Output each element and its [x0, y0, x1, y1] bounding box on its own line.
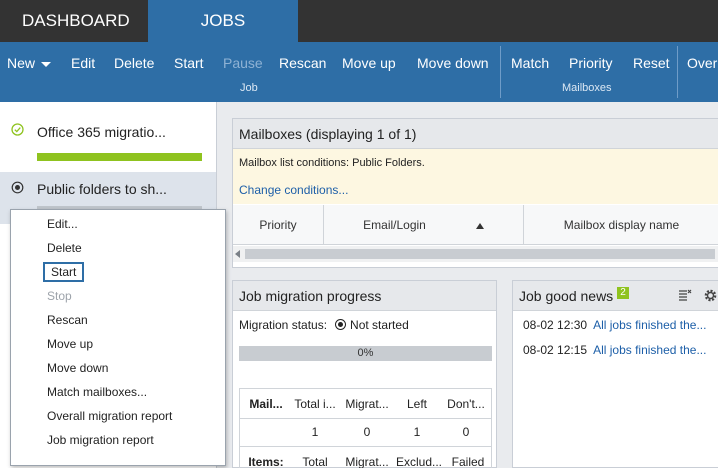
chevron-down-icon [41, 61, 52, 67]
job-good-news-panel: Job good news 2 08-02 12:30 All jobs finis… [512, 280, 718, 468]
migration-status-value: Not started [350, 318, 409, 332]
radio-dot-icon [335, 319, 347, 330]
items-header-migrated: Migrat... [345, 455, 389, 468]
menu-item-move-down[interactable]: Move down [47, 358, 108, 378]
horizontal-scrollbar[interactable] [233, 246, 718, 262]
menu-item-match-mailboxes[interactable]: Match mailboxes... [47, 382, 147, 402]
radio-dot-icon [11, 181, 24, 197]
news-count-badge: 2 [617, 287, 629, 299]
stats-header-mailboxes: Mail... [249, 397, 283, 411]
items-header-excluded: Exclud... [395, 455, 443, 468]
stats-value-dont: 0 [462, 425, 470, 439]
menu-item-stop[interactable]: Stop [47, 286, 72, 306]
divider [240, 418, 491, 419]
items-header-failed: Failed [451, 455, 485, 468]
items-header-total: Total [302, 455, 328, 468]
conditions-text: Mailbox list conditions: Public Folders. [239, 157, 425, 169]
menu-item-start[interactable]: Start [43, 262, 85, 282]
check-circle-icon [11, 123, 24, 139]
menu-item-delete[interactable]: Delete [47, 238, 82, 258]
job-progress-bar [37, 153, 202, 161]
scroll-left-icon[interactable] [235, 250, 240, 258]
mailboxes-group-label: Mailboxes [562, 82, 612, 94]
ribbon-separator [677, 46, 678, 98]
job-item[interactable]: Office 365 migratio... [0, 112, 216, 172]
rescan-button[interactable]: Rescan [279, 55, 326, 71]
tab-dashboard[interactable]: DASHBOARD [22, 0, 130, 42]
edit-button[interactable]: Edit [71, 55, 95, 71]
clear-list-icon[interactable] [678, 288, 692, 305]
overflow-button[interactable]: Over [687, 55, 717, 71]
good-news-tools [678, 288, 718, 306]
stats-value-total: 1 [311, 425, 319, 439]
migration-status-label: Migration status: [239, 318, 328, 332]
progress-percent: 0% [357, 347, 374, 359]
sort-ascending-icon [475, 222, 484, 229]
delete-button[interactable]: Delete [114, 55, 154, 71]
migration-status-row: Migration status: Not started [239, 318, 409, 332]
column-display-name[interactable]: Mailbox display name [524, 205, 718, 245]
move-up-button[interactable]: Move up [342, 55, 396, 71]
pause-button[interactable]: Pause [223, 55, 263, 71]
ribbon-toolbar: New Edit Delete Start Pause Rescan Move … [0, 42, 718, 102]
migration-stats-table: Mail... Total i... Migrat... Left Don't.… [239, 388, 492, 468]
news-message-link[interactable]: All jobs finished the... [593, 343, 706, 357]
stats-header-migrated: Migrat... [345, 397, 389, 411]
change-conditions-link[interactable]: Change conditions... [239, 183, 348, 197]
new-button[interactable]: New [7, 55, 52, 71]
stats-header-total: Total i... [294, 397, 336, 411]
column-email-login[interactable]: Email/Login [324, 205, 524, 245]
tab-jobs[interactable]: JOBS [148, 0, 298, 42]
move-down-button[interactable]: Move down [417, 55, 489, 71]
job-group-label: Job [240, 82, 258, 94]
stats-header-left: Left [406, 397, 427, 411]
news-entry[interactable]: 08-02 12:15 All jobs finished the... [523, 343, 706, 357]
menu-item-job-report[interactable]: Job migration report [47, 430, 154, 450]
news-time: 08-02 12:30 [523, 318, 588, 332]
menu-item-rescan[interactable]: Rescan [47, 310, 88, 330]
news-message-link[interactable]: All jobs finished the... [593, 318, 706, 332]
divider [240, 446, 491, 447]
conditions-box: Mailbox list conditions: Public Folders.… [233, 149, 718, 204]
job-name: Office 365 migratio... [37, 124, 166, 140]
job-context-menu: Edit... Delete Start Stop Rescan Move up… [10, 209, 226, 466]
job-name: Public folders to sh... [37, 181, 167, 197]
stats-value-migrated: 0 [363, 425, 371, 439]
stats-header-dont: Don't... [447, 397, 485, 411]
mailbox-table-header: Priority Email/Login Mailbox display nam… [233, 205, 718, 245]
progress-title: Job migration progress [233, 281, 496, 311]
gear-icon[interactable] [703, 288, 718, 306]
reset-button[interactable]: Reset [633, 55, 670, 71]
menu-item-move-up[interactable]: Move up [47, 334, 93, 354]
news-entry[interactable]: 08-02 12:30 All jobs finished the... [523, 318, 706, 332]
new-label: New [7, 55, 36, 71]
migration-progress-bar: 0% [239, 346, 492, 361]
top-tab-bar: DASHBOARD JOBS [0, 0, 718, 42]
match-button[interactable]: Match [511, 55, 549, 71]
mailboxes-panel: Mailboxes (displaying 1 of 1) Mailbox li… [232, 118, 718, 268]
stats-value-left: 1 [413, 425, 421, 439]
ribbon-separator [500, 46, 501, 98]
column-priority[interactable]: Priority [233, 205, 324, 245]
menu-item-edit[interactable]: Edit... [47, 214, 78, 234]
start-button[interactable]: Start [174, 55, 204, 71]
items-label: Items: [248, 455, 284, 468]
mailboxes-title: Mailboxes (displaying 1 of 1) [233, 119, 718, 149]
column-email-login-label: Email/Login [363, 218, 426, 232]
scrollbar-thumb[interactable] [245, 249, 715, 259]
menu-item-overall-report[interactable]: Overall migration report [47, 406, 172, 426]
news-time: 08-02 12:15 [523, 343, 588, 357]
good-news-title: Job good news [519, 288, 614, 304]
job-migration-progress-panel: Job migration progress Migration status:… [232, 280, 497, 468]
priority-button[interactable]: Priority [569, 55, 613, 71]
